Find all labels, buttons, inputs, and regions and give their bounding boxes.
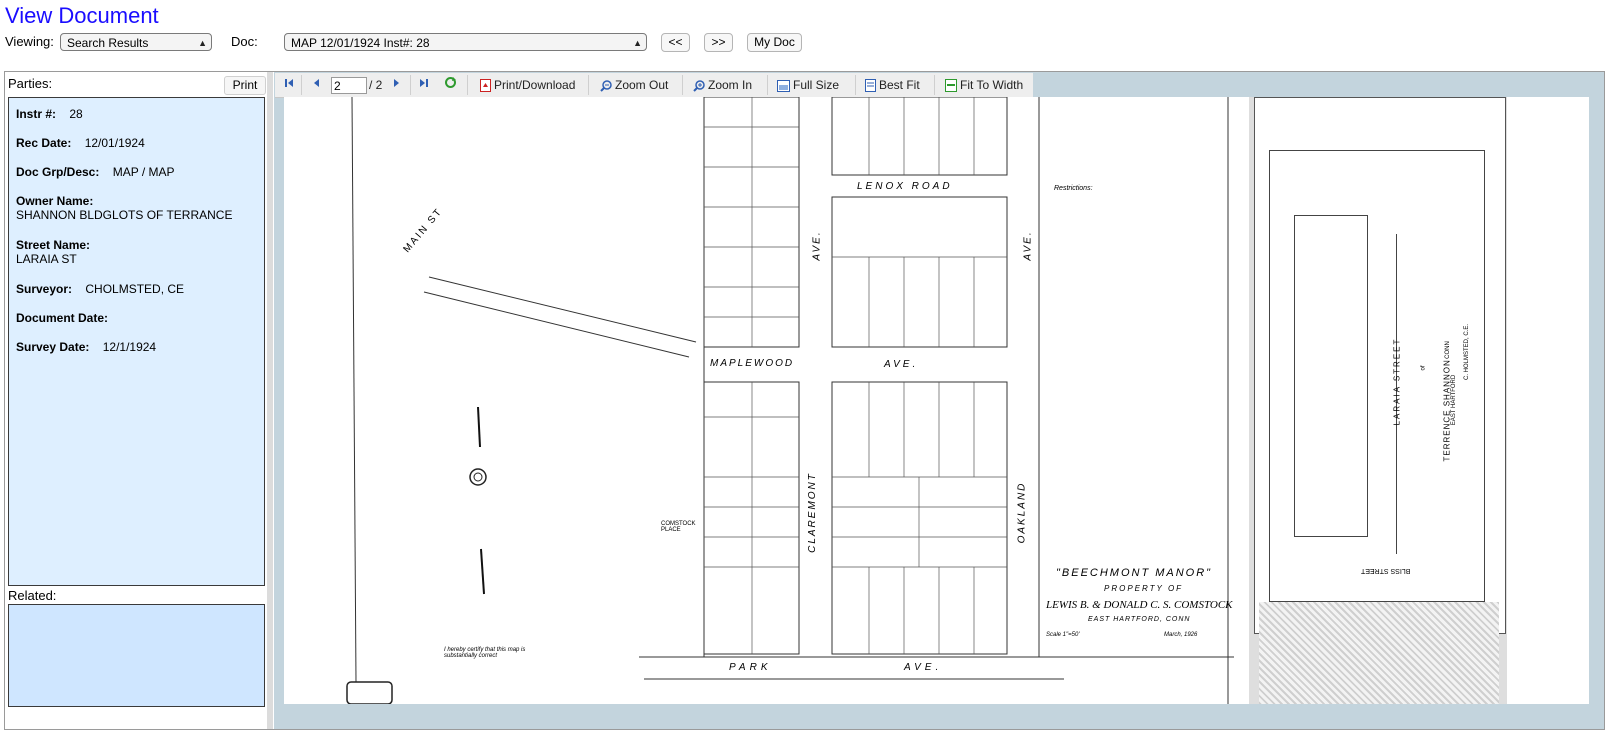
map-maplewood-ave-label: AVE. — [884, 359, 919, 370]
parties-panel: Parties: Print Instr #: 28 Rec Date: 12/… — [5, 72, 267, 729]
map-scale-text: Scale 1"=50' — [1046, 632, 1080, 638]
map-restrictions-label: Restrictions: — [1054, 185, 1093, 192]
map-park-label: PARK — [729, 662, 772, 673]
map-title-line4: EAST HARTFORD, CONN — [1088, 616, 1191, 623]
map-title-line1: "BEECHMONT MANOR" — [1056, 567, 1213, 579]
map-certification-text: I hereby certify that this map is substa… — [444, 647, 526, 659]
map-maplewood-label: MAPLEWOOD — [710, 358, 795, 369]
my-doc-button[interactable]: My Doc — [747, 33, 802, 52]
map-park-ave-label: AVE. — [904, 662, 943, 673]
print-download-label: Print/Download — [494, 78, 576, 92]
related-label: Related: — [8, 588, 57, 603]
zoom-out-button[interactable]: Zoom Out — [600, 73, 668, 97]
panel-splitter[interactable] — [267, 72, 273, 729]
best-fit-label: Best Fit — [879, 78, 920, 92]
zoom-in-button[interactable]: Zoom In — [693, 73, 752, 97]
street-name-label: Street Name: — [16, 238, 91, 252]
map-comstock-place-label: COMSTOCK PLACE — [661, 521, 696, 533]
prev-page-icon[interactable] — [311, 73, 321, 97]
map-date-text: March, 1926 — [1164, 632, 1198, 638]
page-total: / 2 — [369, 78, 383, 92]
rec-date-label: Rec Date: — [16, 136, 72, 150]
second-map-conn: CONN — [1444, 341, 1451, 359]
full-size-label: Full Size — [793, 78, 840, 92]
instr-label: Instr #: — [16, 107, 57, 121]
viewer-toolbar: 2 / 2 Print/Download Zoom Out Zoom In Fu… — [275, 73, 1033, 98]
parties-label: Parties: — [8, 76, 53, 91]
survey-date-label: Survey Date: — [16, 340, 90, 354]
prev-doc-button[interactable]: << — [661, 33, 690, 52]
surveyor-value: CHOLMSTED, CE — [85, 282, 185, 296]
refresh-icon[interactable] — [444, 73, 457, 97]
next-doc-button[interactable]: >> — [704, 33, 733, 52]
doc-grp-label: Doc Grp/Desc: — [16, 165, 100, 179]
document-viewer: 2 / 2 Print/Download Zoom Out Zoom In Fu… — [274, 72, 1604, 729]
street-name-value: LARAIA ST — [16, 252, 77, 266]
owner-name-value: SHANNON BLDGLOTS OF TERRANCE — [16, 208, 233, 222]
survey-date-value: 12/1/1924 — [102, 340, 157, 354]
best-fit-button[interactable]: Best Fit — [865, 73, 920, 97]
zoom-out-label: Zoom Out — [615, 78, 669, 92]
second-map-east-hartford: EAST HARTFORD — [1451, 374, 1458, 426]
second-map-of: of — [1420, 365, 1427, 371]
doc-select[interactable]: MAP 12/01/1924 Inst#: 28 ▲ — [284, 33, 647, 51]
map-title-line2: PROPERTY OF — [1104, 584, 1184, 593]
doc-grp-value: MAP / MAP — [112, 165, 175, 179]
owner-name-label: Owner Name: — [16, 194, 94, 208]
next-page-icon[interactable] — [392, 73, 402, 97]
print-download-button[interactable]: Print/Download — [480, 73, 575, 97]
document-info-box: Instr #: 28 Rec Date: 12/01/1924 Doc Grp… — [8, 97, 265, 586]
page-number-input[interactable]: 2 — [331, 77, 367, 94]
second-map-laraia-label: LARAIA STREET — [1392, 337, 1402, 426]
related-box — [8, 604, 265, 707]
map-oakland-ave-label: AVE. — [1022, 230, 1034, 261]
doc-label: Doc: — [231, 34, 258, 49]
viewing-select[interactable]: Search Results ▲ — [60, 33, 212, 51]
map-lenox-road-label: LENOX ROAD — [857, 181, 953, 192]
print-button[interactable]: Print — [224, 76, 266, 95]
surveyor-label: Surveyor: — [16, 282, 73, 296]
second-map-terrence-shannon: TERRENCE SHANNON — [1442, 359, 1452, 462]
map-title-line3: LEWIS B. & DONALD C. S. COMSTOCK — [1046, 599, 1233, 611]
second-map-surveyor: C. HOLMSTED, C.E. — [1464, 323, 1470, 380]
fit-to-width-label: Fit To Width — [960, 78, 1024, 92]
map-claremont-ave-label: AVE. — [811, 230, 823, 261]
last-page-icon[interactable] — [418, 73, 430, 97]
second-map-image: LARAIA STREET BLISS STREET of TERRENCE S… — [1249, 97, 1507, 704]
fit-to-width-button[interactable]: Fit To Width — [945, 73, 1023, 97]
select-arrows-icon: ▲ — [633, 38, 642, 48]
map-image[interactable]: MAIN ST LENOX ROAD MAPLEWOOD AVE. PARK A… — [284, 97, 1589, 704]
instr-value: 28 — [69, 107, 83, 121]
doc-select-value: MAP 12/01/1924 Inst#: 28 — [291, 36, 430, 50]
page-title: View Document — [5, 3, 159, 28]
viewing-select-value: Search Results — [67, 36, 149, 50]
full-size-button[interactable]: Full Size — [777, 73, 839, 97]
viewing-label: Viewing: — [5, 34, 54, 49]
map-oakland-label: OAKLAND — [1016, 481, 1028, 544]
second-map-bliss-label: BLISS STREET — [1361, 567, 1411, 574]
first-page-icon[interactable] — [283, 73, 295, 97]
select-arrows-icon: ▲ — [198, 38, 207, 48]
rec-date-value: 12/01/1924 — [84, 136, 145, 150]
map-claremont-label: CLAREMONT — [806, 472, 818, 553]
zoom-in-label: Zoom In — [708, 78, 753, 92]
document-date-label: Document Date: — [16, 311, 109, 325]
